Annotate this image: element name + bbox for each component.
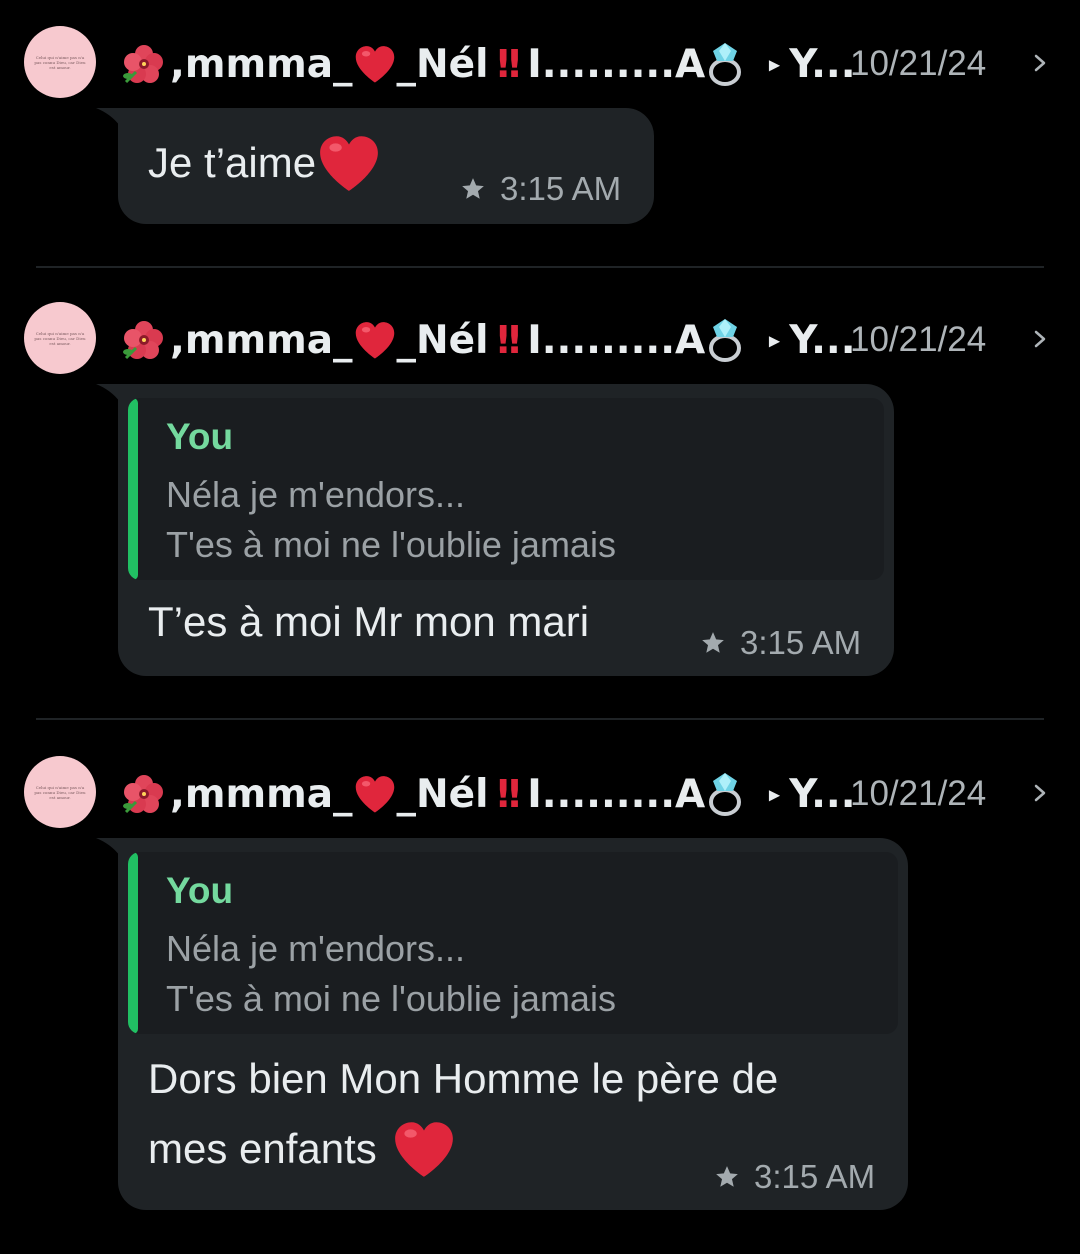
message-bubble[interactable]: You Néla je m'endors... T'es à moi ne l'… (118, 838, 908, 1210)
divider (36, 266, 1044, 268)
double-exclamation-icon: !! (494, 42, 524, 86)
star-icon (460, 176, 486, 202)
double-exclamation-icon: !! (494, 318, 524, 362)
chevron-right-icon[interactable] (1030, 48, 1050, 78)
chevron-right-icon[interactable] (1030, 324, 1050, 354)
message-text-content: Je t’aime (148, 139, 317, 186)
message-time: 3:15 AM (754, 1158, 876, 1195)
sender-name-part1: ,mmma_ (170, 317, 353, 363)
message-date: 10/21/24 (850, 774, 987, 813)
star-icon (700, 630, 726, 656)
avatar-caption: Celui qui n'aime pas n'a pas connu Dieu,… (34, 54, 86, 70)
play-triangle-icon: ▸ (769, 783, 780, 806)
sender-name-part3: I.........A (527, 41, 706, 87)
red-heart-icon (391, 1118, 457, 1180)
message-meta: 3:15 AM (700, 624, 861, 662)
avatar-caption: Celui qui n'aime pas n'a pas connu Dieu,… (34, 330, 86, 346)
red-heart-icon (316, 132, 382, 194)
sender-name-part2: _Nél (396, 41, 489, 87)
recipient-name: Y... (789, 317, 856, 363)
message-time: 3:15 AM (740, 624, 862, 661)
recipient-name: Y... (789, 771, 856, 817)
message-meta: 3:15 AM (460, 170, 621, 208)
chevron-right-icon[interactable] (1030, 778, 1050, 808)
red-heart-icon (353, 774, 397, 814)
avatar[interactable]: Celui qui n'aime pas n'a pas connu Dieu,… (24, 756, 96, 828)
quoted-message[interactable]: You Néla je m'endors... T'es à moi ne l'… (128, 852, 898, 1034)
sender-name-part3: I.........A (527, 317, 706, 363)
play-triangle-icon: ▸ (769, 329, 780, 352)
sender-name-part3: I.........A (527, 771, 706, 817)
message-date: 10/21/24 (850, 320, 987, 359)
hibiscus-icon (122, 42, 166, 86)
message-text-line-1: Dors bien Mon Homme le père de (148, 1055, 779, 1102)
quote-accent-bar (128, 398, 138, 580)
message-text-line-2-content: mes enfants (148, 1125, 377, 1172)
hibiscus-icon (122, 772, 166, 816)
avatar-caption: Celui qui n'aime pas n'a pas connu Dieu,… (34, 784, 86, 800)
recipient-name: Y... (789, 41, 856, 87)
red-heart-icon (353, 320, 397, 360)
quote-line-1: Néla je m'endors... (166, 474, 466, 515)
quote-author: You (166, 416, 234, 457)
message-text: Je t’aime (148, 132, 382, 194)
message-bubble[interactable]: You Néla je m'endors... T'es à moi ne l'… (118, 384, 894, 676)
bubble-tail (96, 108, 120, 126)
ring-icon (707, 771, 747, 817)
message-date: 10/21/24 (850, 44, 987, 83)
message-header[interactable]: Celui qui n'aime pas n'a pas connu Dieu,… (0, 300, 1080, 380)
quoted-message[interactable]: You Néla je m'endors... T'es à moi ne l'… (128, 398, 884, 580)
message-bubble[interactable]: Je t’aime 3:15 AM (118, 108, 654, 224)
divider (36, 718, 1044, 720)
ring-icon (707, 41, 747, 87)
sender-name: ,mmma_ _Nél !! I.........A ▸ Y... (122, 310, 856, 370)
message-text: Dors bien Mon Homme le père de mes enfan… (148, 1044, 778, 1184)
quote-line-2: T'es à moi ne l'oublie jamais (166, 978, 616, 1019)
ring-icon (707, 317, 747, 363)
message-header[interactable]: Celui qui n'aime pas n'a pas connu Dieu,… (0, 754, 1080, 834)
message-header[interactable]: Celui qui n'aime pas n'a pas connu Dieu,… (0, 24, 1080, 104)
message-text: T’es à moi Mr mon mari (148, 598, 590, 645)
avatar[interactable]: Celui qui n'aime pas n'a pas connu Dieu,… (24, 302, 96, 374)
quote-author: You (166, 870, 234, 911)
message-meta: 3:15 AM (714, 1158, 875, 1196)
sender-name-part2: _Nél (396, 771, 489, 817)
message-text-line-2: mes enfants (148, 1114, 778, 1184)
quote-line-1: Néla je m'endors... (166, 928, 466, 969)
sender-name: ,mmma_ _Nél !! I.........A ▸ Y... (122, 34, 856, 94)
play-triangle-icon: ▸ (769, 53, 780, 76)
double-exclamation-icon: !! (494, 772, 524, 816)
sender-name: ,mmma_ _Nél !! I.........A ▸ Y... (122, 764, 856, 824)
sender-name-part1: ,mmma_ (170, 771, 353, 817)
sender-name-part2: _Nél (396, 317, 489, 363)
hibiscus-icon (122, 318, 166, 362)
bubble-tail (96, 838, 120, 856)
red-heart-icon (353, 44, 397, 84)
message-time: 3:15 AM (500, 170, 622, 207)
bubble-tail (96, 384, 120, 402)
avatar[interactable]: Celui qui n'aime pas n'a pas connu Dieu,… (24, 26, 96, 98)
quote-line-2: T'es à moi ne l'oublie jamais (166, 524, 616, 565)
sender-name-part1: ,mmma_ (170, 41, 353, 87)
quote-accent-bar (128, 852, 138, 1034)
star-icon (714, 1164, 740, 1190)
